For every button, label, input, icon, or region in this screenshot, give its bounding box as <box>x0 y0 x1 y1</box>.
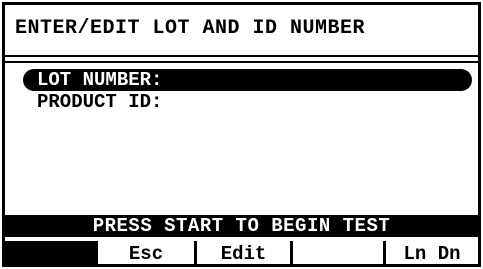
line-down-button[interactable]: Ln Dn <box>386 241 478 264</box>
edit-button[interactable]: Edit <box>197 241 290 264</box>
esc-button[interactable]: Esc <box>98 241 194 264</box>
title-divider-bottom <box>5 61 478 63</box>
title-divider-top <box>5 55 478 57</box>
menu-item-product-id[interactable]: PRODUCT ID: <box>27 91 472 113</box>
instrument-display: ENTER/EDIT LOT AND ID NUMBER LOT NUMBER:… <box>2 2 481 267</box>
page-title: ENTER/EDIT LOT AND ID NUMBER <box>15 17 366 40</box>
softkey-1-blank <box>5 241 95 264</box>
menu-item-lot-number[interactable]: LOT NUMBER: <box>23 69 472 91</box>
status-bar: PRESS START TO BEGIN TEST <box>5 215 478 237</box>
field-menu: LOT NUMBER: PRODUCT ID: <box>23 69 472 113</box>
softkey-4-blank[interactable] <box>293 241 383 264</box>
softkey-bar: Esc Edit Ln Dn <box>5 241 478 264</box>
